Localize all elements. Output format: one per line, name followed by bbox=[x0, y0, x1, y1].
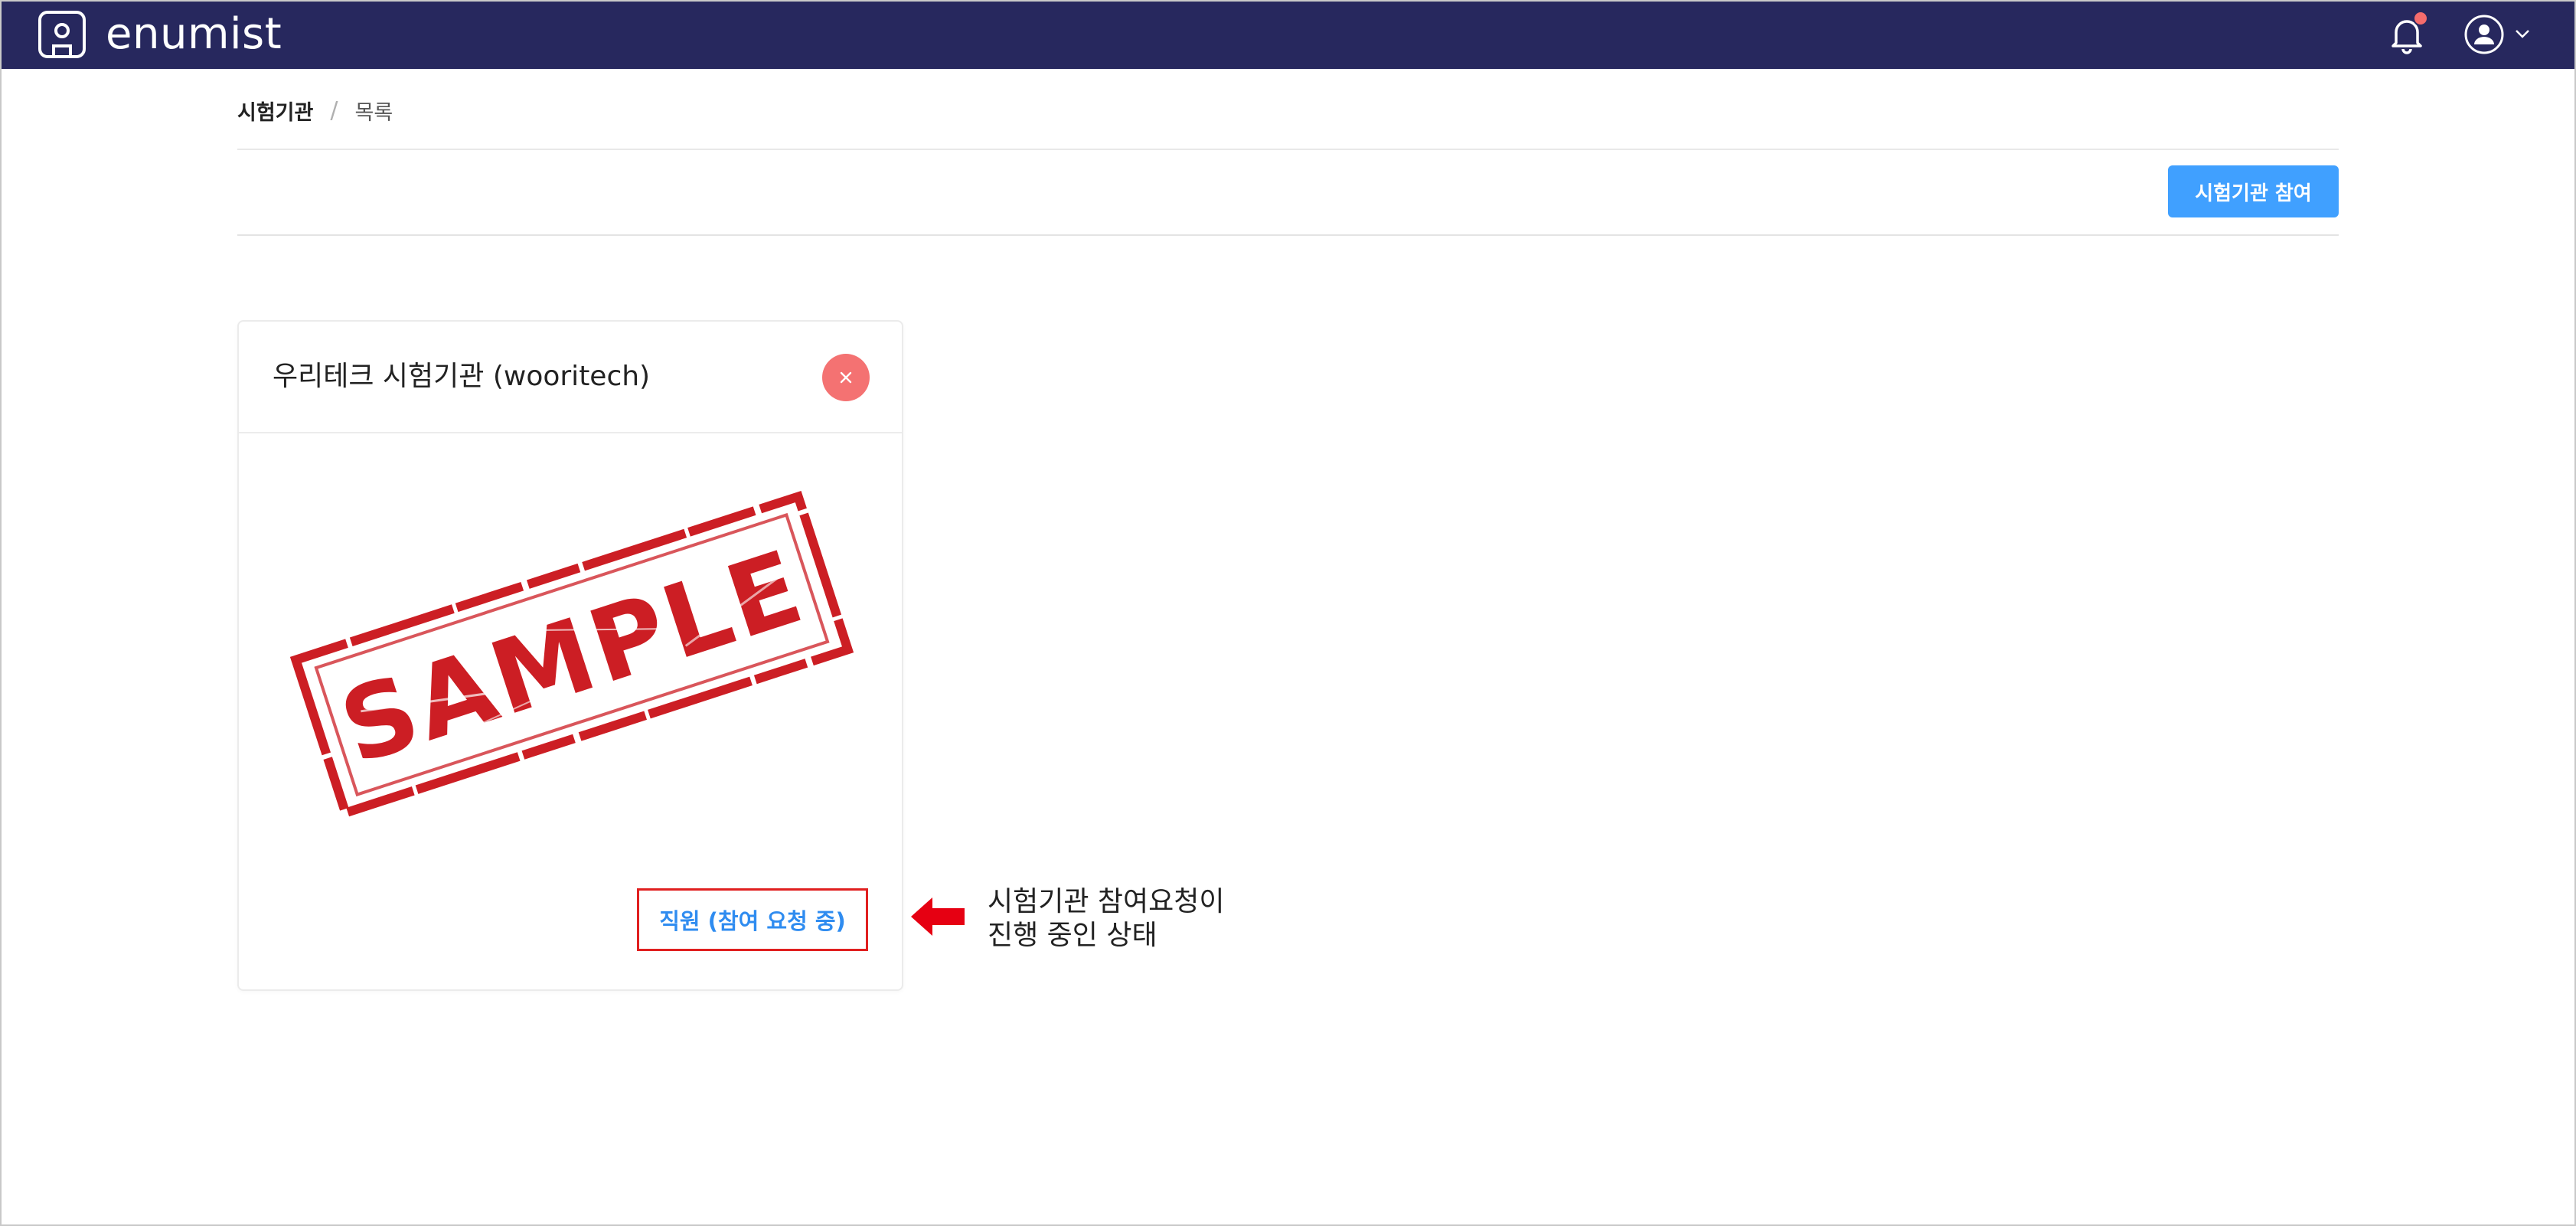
brand-name[interactable]: enumist bbox=[106, 9, 282, 60]
breadcrumb-current: 목록 bbox=[354, 100, 393, 125]
institution-card: 우리테크 시험기관 (wooritech) SAMPLE 직원 (참여 요청 중… bbox=[237, 320, 903, 991]
card-title: 우리테크 시험기관 (wooritech) bbox=[273, 361, 651, 392]
sample-stamp-image: SAMPLE bbox=[289, 490, 854, 819]
join-institution-button[interactable]: 시험기관 참여 bbox=[2168, 165, 2339, 217]
membership-status-label: 직원 (참여 요청 중) bbox=[637, 888, 868, 951]
logo-icon[interactable] bbox=[37, 9, 87, 60]
chevron-down-icon[interactable] bbox=[2514, 28, 2531, 40]
top-navigation-bar: enumist bbox=[0, 0, 2576, 69]
divider bbox=[237, 234, 2339, 236]
divider bbox=[237, 149, 2339, 150]
card-header: 우리테크 시험기관 (wooritech) bbox=[239, 322, 902, 433]
notification-badge bbox=[2413, 11, 2428, 26]
annotation-text: 시험기관 참여요청이 진행 중인 상태 bbox=[988, 885, 1225, 953]
breadcrumb: 시험기관 / 목록 bbox=[237, 95, 393, 126]
annotation-arrow-icon bbox=[911, 897, 965, 936]
annotation-line-2: 진행 중인 상태 bbox=[988, 920, 1157, 951]
remove-card-button[interactable] bbox=[822, 354, 870, 401]
close-icon bbox=[840, 371, 852, 384]
breadcrumb-separator: / bbox=[330, 96, 338, 124]
annotation-line-1: 시험기관 참여요청이 bbox=[988, 886, 1225, 917]
breadcrumb-home[interactable]: 시험기관 bbox=[237, 96, 313, 126]
user-avatar-icon[interactable] bbox=[2463, 14, 2505, 55]
